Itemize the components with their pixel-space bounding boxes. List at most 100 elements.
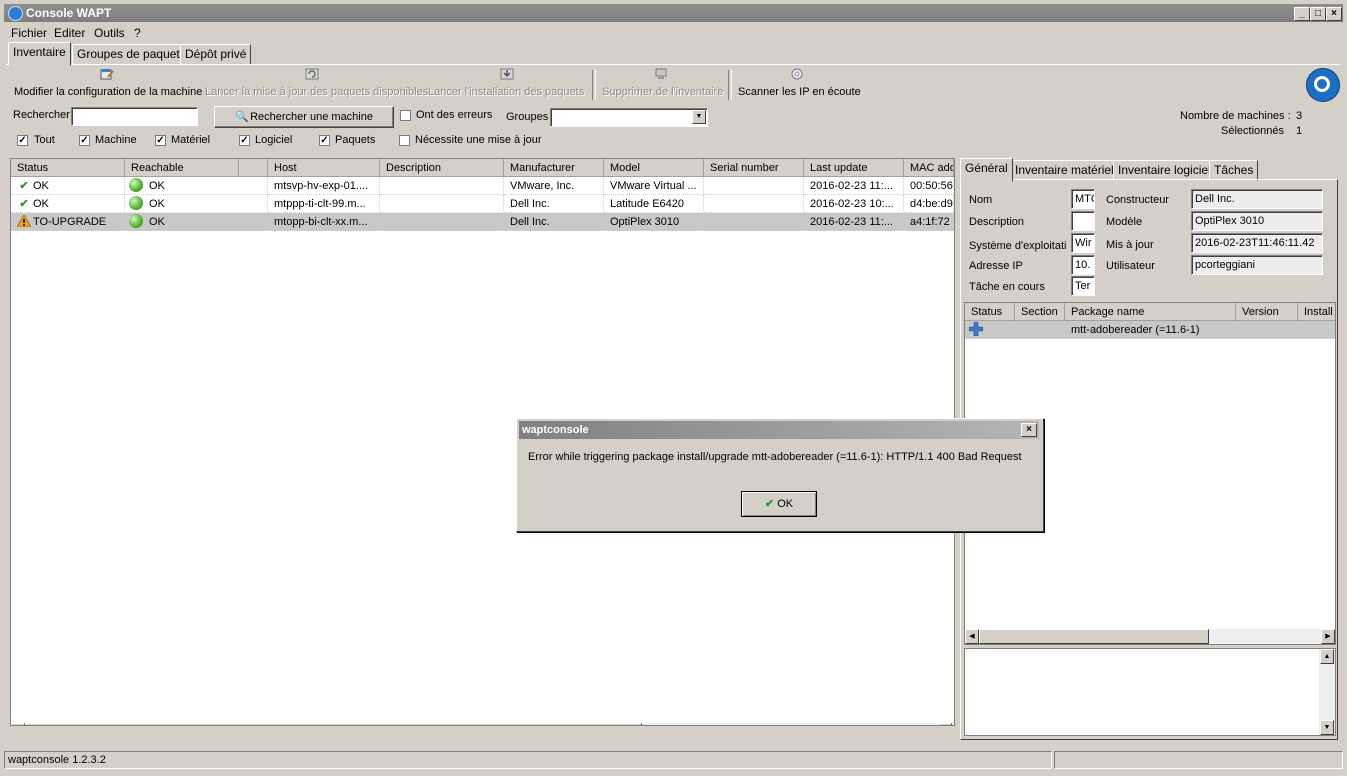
reachable-cell: OK <box>125 195 268 213</box>
errors-checkbox[interactable] <box>400 110 411 121</box>
task-label: Tâche en cours <box>969 281 1045 293</box>
manufacturer-field[interactable]: Dell Inc. <box>1191 189 1323 209</box>
scroll-thumb[interactable] <box>979 629 1209 644</box>
status-cell: ✔ OK <box>11 195 125 213</box>
user-label: Utilisateur <box>1106 260 1155 272</box>
ip-field[interactable]: 10. <box>1071 255 1095 275</box>
tab-general[interactable]: Général <box>960 158 1013 182</box>
pkg-install-cell <box>1298 321 1335 339</box>
column-header-description[interactable]: Description <box>380 159 504 177</box>
model-field[interactable]: OptiPlex 3010 <box>1191 211 1323 231</box>
scroll-left-icon[interactable]: ◀ <box>11 723 25 725</box>
dialog-ok-button[interactable]: ✔ OK <box>741 491 817 517</box>
search-machine-button[interactable]: 🔍 Rechercher une machine <box>214 106 394 128</box>
column-header-host[interactable]: Host <box>268 159 380 177</box>
column-header-manufacturer[interactable]: Manufacturer <box>504 159 604 177</box>
description-cell <box>380 195 504 213</box>
updated-field[interactable]: 2016-02-23T11:46:11.42 <box>1191 233 1323 253</box>
green-ball-icon <box>129 214 143 228</box>
menu-fichier[interactable]: Fichier <box>11 26 47 40</box>
menu-editer[interactable]: Editer <box>54 26 85 40</box>
column-header-serial-number[interactable]: Serial number <box>704 159 804 177</box>
scroll-up-icon[interactable]: ▲ <box>1320 649 1334 664</box>
serial-cell <box>704 177 804 195</box>
reachable-cell: OK <box>125 177 268 195</box>
filter-materiel-checkbox[interactable]: ✓ <box>155 135 166 146</box>
status-cell: TO-UPGRADE <box>11 213 125 231</box>
mac-cell: d4:be:d9 <box>904 195 954 213</box>
pkg-header-version[interactable]: Version <box>1236 303 1298 321</box>
task-field[interactable]: Ter <box>1071 276 1095 296</box>
plus-icon <box>968 321 984 337</box>
tab-inventaire-materiel[interactable]: Inventaire matériel <box>1010 160 1119 181</box>
column-header-status[interactable]: Status <box>11 159 125 177</box>
pkg-header-section[interactable]: Section <box>1015 303 1065 321</box>
table-row-selected[interactable]: TO-UPGRADE OK mtopp-bi-clt-xx.m... Dell … <box>11 213 954 231</box>
needs-update-label: Nécessite une mise à jour <box>415 134 542 146</box>
needs-update-checkbox[interactable] <box>399 135 410 146</box>
filter-materiel-label: Matériel <box>171 134 211 146</box>
dialog-title-bar: waptconsole <box>519 421 1039 439</box>
pkg-header-status[interactable]: Status <box>965 303 1015 321</box>
packages-horizontal-scrollbar[interactable]: ◀ ▶ <box>965 628 1335 644</box>
scroll-left-icon[interactable]: ◀ <box>965 629 979 644</box>
memo-vertical-scrollbar[interactable]: ▲ ▼ <box>1319 649 1335 735</box>
pkg-header-install[interactable]: Install <box>1298 303 1335 321</box>
package-row[interactable]: mtt-adobereader (=11.6-1) <box>965 321 1335 339</box>
delete-inventory-label: Supprimer de l'inventaire <box>602 86 724 98</box>
filter-paquets-checkbox[interactable]: ✓ <box>319 135 330 146</box>
filter-machine-checkbox[interactable]: ✓ <box>79 135 90 146</box>
dialog-close-button[interactable]: × <box>1021 423 1037 437</box>
install-icon <box>500 68 514 80</box>
pkg-header-package-name[interactable]: Package name <box>1065 303 1236 321</box>
os-field[interactable]: Wir <box>1071 233 1095 253</box>
tab-taches[interactable]: Tâches <box>1209 160 1259 181</box>
user-field[interactable]: pcorteggiani <box>1191 255 1323 275</box>
menu-outils[interactable]: Outils <box>94 26 125 40</box>
filter-tout-checkbox[interactable]: ✓ <box>17 135 28 146</box>
chevron-down-icon[interactable]: ▼ <box>692 110 706 124</box>
toolbar-separator <box>592 70 596 100</box>
scroll-right-icon[interactable]: ▶ <box>938 723 952 725</box>
scroll-down-icon[interactable]: ▼ <box>1320 720 1334 735</box>
update-packages-label: Lancer la mise à jour des paquets dispon… <box>205 86 429 98</box>
tab-groupes-de-paquets[interactable]: Groupes de paquets <box>72 44 191 65</box>
scroll-right-icon[interactable]: ▶ <box>1321 629 1335 644</box>
grid-horizontal-scrollbar[interactable]: ◀ ▶ <box>11 722 954 725</box>
menu-help[interactable]: ? <box>134 26 141 40</box>
table-row[interactable]: ✔ OK OK mtsvp-hv-exp-01.... VMware, Inc. … <box>11 177 954 195</box>
tab-inventaire-logiciel[interactable]: Inventaire logiciel <box>1113 160 1216 181</box>
host-cell: mtppp-ti-clt-99.m... <box>268 195 380 213</box>
filter-logiciel-checkbox[interactable]: ✓ <box>239 135 250 146</box>
tab-divider <box>6 64 1340 65</box>
maximize-button[interactable]: □ <box>1310 7 1326 21</box>
column-header-last-update[interactable]: Last update <box>804 159 904 177</box>
description-field[interactable] <box>1071 211 1095 231</box>
model-cell: Latitude E6420 <box>604 195 704 213</box>
nom-label: Nom <box>969 194 993 206</box>
filter-paquets-label: Paquets <box>335 134 376 146</box>
groups-select[interactable]: ▼ <box>550 108 708 127</box>
table-row[interactable]: ✔ OK OK mtppp-ti-clt-99.m... Dell Inc. La… <box>11 195 954 213</box>
updated-label: Mis à jour <box>1106 239 1154 251</box>
last-update-cell: 2016-02-23 10:... <box>804 195 904 213</box>
column-header-model[interactable]: Model <box>604 159 704 177</box>
column-header-reachable[interactable]: Reachable <box>125 159 239 177</box>
minimize-button[interactable]: _ <box>1294 7 1310 21</box>
selected-count-value: 1 <box>1296 125 1303 137</box>
close-button[interactable]: × <box>1326 7 1342 21</box>
machines-count-value: 3 <box>1296 110 1303 122</box>
pkg-status-cell <box>965 321 1015 339</box>
scroll-thumb[interactable] <box>25 723 642 725</box>
nom-field[interactable]: MTC <box>1071 189 1095 209</box>
search-input[interactable] <box>71 107 198 126</box>
column-header-mac[interactable]: MAC add <box>904 159 954 177</box>
tab-depot-prive[interactable]: Dépôt privé <box>180 44 252 65</box>
status-bar: waptconsole 1.2.3.2 <box>4 750 1343 770</box>
tab-inventaire[interactable]: Inventaire <box>8 42 71 66</box>
dialog-title: waptconsole <box>522 424 589 436</box>
errors-label: Ont des erreurs <box>416 109 493 121</box>
description-cell <box>380 177 504 195</box>
details-memo[interactable]: ▲ ▼ <box>964 648 1336 736</box>
pkg-version-cell <box>1236 321 1298 339</box>
